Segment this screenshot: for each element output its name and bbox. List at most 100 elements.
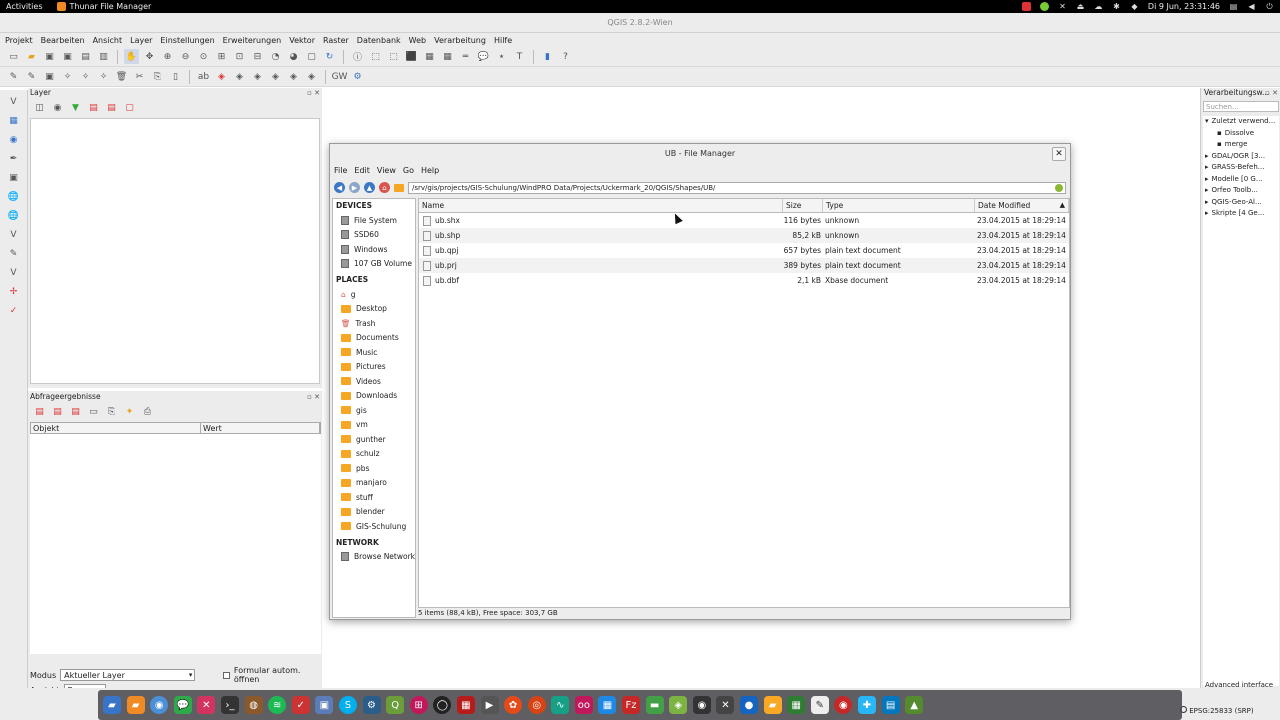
- column-objekt[interactable]: Objekt: [31, 423, 201, 433]
- visibility-icon[interactable]: ◉: [50, 100, 65, 115]
- copy-icon[interactable]: ⎘: [104, 404, 119, 419]
- add-vector-layer-icon[interactable]: V: [6, 94, 21, 109]
- collapse-icon[interactable]: ▤: [50, 404, 65, 419]
- processing-tree-item[interactable]: ▸ QGIS-Geo-Al...: [1203, 197, 1279, 209]
- toggle-icon[interactable]: ▬: [645, 696, 664, 714]
- new-map-view-icon[interactable]: ▢: [304, 49, 319, 64]
- sidebar-item-file-system[interactable]: File System: [333, 213, 415, 228]
- tasks-icon[interactable]: ✓: [291, 696, 310, 714]
- move-feature-icon[interactable]: ✧: [78, 69, 93, 84]
- panel-float-close-icon[interactable]: ▫ ✕: [307, 88, 320, 98]
- file-row[interactable]: ub.dbf 2,1 kB Xbase document 23.04.2015 at …: [419, 273, 1069, 288]
- menu-web[interactable]: Web: [409, 36, 426, 45]
- folder-dock-icon[interactable]: ▰: [763, 696, 782, 714]
- pan-icon[interactable]: ✋: [124, 49, 139, 64]
- go-icon[interactable]: [1055, 183, 1063, 192]
- sidebar-item-blender[interactable]: blender: [333, 505, 415, 520]
- menu-ansicht[interactable]: Ansicht: [93, 36, 123, 45]
- collapsed-arrow-icon[interactable]: ▸: [1205, 198, 1209, 206]
- menu-einstellungen[interactable]: Einstellungen: [160, 36, 214, 45]
- move-label-icon[interactable]: ◈: [250, 69, 265, 84]
- identify-icon[interactable]: ⓘ: [350, 49, 365, 64]
- spotify-dock-icon[interactable]: ≋: [268, 696, 287, 714]
- sidebar-item-stuff[interactable]: stuff: [333, 490, 415, 505]
- add-wfs-icon[interactable]: V: [6, 227, 21, 242]
- python-plugin-icon[interactable]: ⚙: [350, 69, 365, 84]
- dropbox-icon[interactable]: ◆: [1130, 2, 1139, 11]
- file-row[interactable]: ub.shp 85,2 kB unknown 23.04.2015 at 18:29:…: [419, 228, 1069, 243]
- zoom-next-icon[interactable]: ◕: [286, 49, 301, 64]
- sidebar-item-windows[interactable]: Windows: [333, 242, 415, 257]
- processing-search-input[interactable]: Suchen...: [1203, 101, 1279, 112]
- manager-icon[interactable]: ▦: [598, 696, 617, 714]
- terminal-icon[interactable]: ›_: [220, 696, 239, 714]
- crs-status[interactable]: EPSG:25833 (SRP): [1180, 706, 1254, 715]
- sidebar-item-schulz[interactable]: schulz: [333, 447, 415, 462]
- app-menu[interactable]: Thunar File Manager: [56, 2, 151, 11]
- sidebar-item-107-gb-volume[interactable]: 107 GB Volume: [333, 257, 415, 272]
- zoom-1-1-icon[interactable]: ⊙: [196, 49, 211, 64]
- writer-icon[interactable]: ✎: [810, 696, 829, 714]
- menu-erweiterungen[interactable]: Erweiterungen: [223, 36, 282, 45]
- add-delimited-text-icon[interactable]: ✎: [6, 246, 21, 261]
- mindmap-icon[interactable]: oo: [574, 696, 593, 714]
- select-by-form-icon[interactable]: ⬚: [386, 49, 401, 64]
- collapsed-arrow-icon[interactable]: ▸: [1205, 186, 1209, 194]
- new-project-icon[interactable]: ▭: [6, 49, 21, 64]
- home-icon[interactable]: ⌂: [379, 182, 390, 193]
- firefox-icon[interactable]: ◍: [244, 696, 263, 714]
- add-wms-icon[interactable]: 🌐: [6, 189, 21, 204]
- delete-selected-icon[interactable]: 🗑: [114, 69, 129, 84]
- zoom-full-icon[interactable]: ⊞: [214, 49, 229, 64]
- toggle-editing-icon[interactable]: ✎: [24, 69, 39, 84]
- expanded-arrow-icon[interactable]: ▾: [1205, 117, 1209, 125]
- composer-manager-icon[interactable]: ▥: [96, 49, 111, 64]
- zoom-selection-icon[interactable]: ⊡: [232, 49, 247, 64]
- steam-icon[interactable]: ⚙: [362, 696, 381, 714]
- highlight-icon[interactable]: ✦: [122, 404, 137, 419]
- cloud-icon[interactable]: ☁: [1094, 2, 1103, 11]
- spotify-icon[interactable]: [1039, 2, 1049, 11]
- processing-tree-item[interactable]: ▾ Zuletzt verwend...: [1203, 116, 1279, 128]
- volume-icon[interactable]: ◀: [1247, 2, 1256, 11]
- image-viewer-icon[interactable]: ▲: [905, 696, 924, 714]
- collapsed-arrow-icon[interactable]: ▸: [1205, 152, 1209, 160]
- sidebar-item-music[interactable]: Music: [333, 345, 415, 360]
- current-edits-icon[interactable]: ✎: [6, 69, 21, 84]
- select-icon[interactable]: ⬚: [368, 49, 383, 64]
- sidebar-item-browse-network[interactable]: Browse Network: [333, 550, 415, 565]
- column-name[interactable]: Name: [419, 199, 783, 212]
- deselect-icon[interactable]: ⬛: [404, 49, 419, 64]
- filezilla-icon[interactable]: Fz: [622, 696, 641, 714]
- layer-tree[interactable]: [30, 118, 320, 384]
- bluetooth-icon[interactable]: ✱: [1112, 2, 1121, 11]
- identify-results-list[interactable]: [30, 434, 321, 654]
- paste-features-icon[interactable]: ▯: [168, 69, 183, 84]
- pan-to-selection-icon[interactable]: ✥: [142, 49, 157, 64]
- menu-layer[interactable]: Layer: [130, 36, 152, 45]
- change-label-icon[interactable]: ◈: [286, 69, 301, 84]
- processing-tree-item[interactable]: ▸ GDAL/OGR [3...: [1203, 151, 1279, 163]
- copy-features-icon[interactable]: ⎘: [150, 69, 165, 84]
- sidebar-item-gis-schulung[interactable]: GIS-Schulung: [333, 519, 415, 534]
- menu-bearbeiten[interactable]: Bearbeiten: [41, 36, 85, 45]
- drop-icon[interactable]: ●: [740, 696, 759, 714]
- measure-icon[interactable]: ═: [458, 49, 473, 64]
- chrome-icon[interactable]: ◉: [834, 696, 853, 714]
- close-app-icon[interactable]: ✕: [1058, 2, 1067, 11]
- processing-tree-item[interactable]: ▸ Orfeo Toolb...: [1203, 185, 1279, 197]
- field-calculator-icon[interactable]: ▦: [440, 49, 455, 64]
- menu-help[interactable]: Help: [421, 166, 439, 175]
- file-row[interactable]: ub.shx 116 bytes unknown 23.04.2015 at 18:2…: [419, 213, 1069, 228]
- obs-icon[interactable]: ◯: [433, 696, 452, 714]
- column-size[interactable]: Size: [783, 199, 823, 212]
- save-as-icon[interactable]: ▣: [60, 49, 75, 64]
- label-tool-icon[interactable]: ◈: [304, 69, 319, 84]
- refresh-icon[interactable]: ↻: [322, 49, 337, 64]
- sidebar-item-manjaro[interactable]: manjaro: [333, 476, 415, 491]
- processing-tree-item[interactable]: ▪ Dissolve: [1203, 128, 1279, 140]
- sidebar-item-documents[interactable]: Documents: [333, 331, 415, 346]
- georef-icon[interactable]: GW: [332, 69, 348, 84]
- layer-style-icon[interactable]: ◫: [32, 100, 47, 115]
- processing-tree-item[interactable]: ▪ merge: [1203, 139, 1279, 151]
